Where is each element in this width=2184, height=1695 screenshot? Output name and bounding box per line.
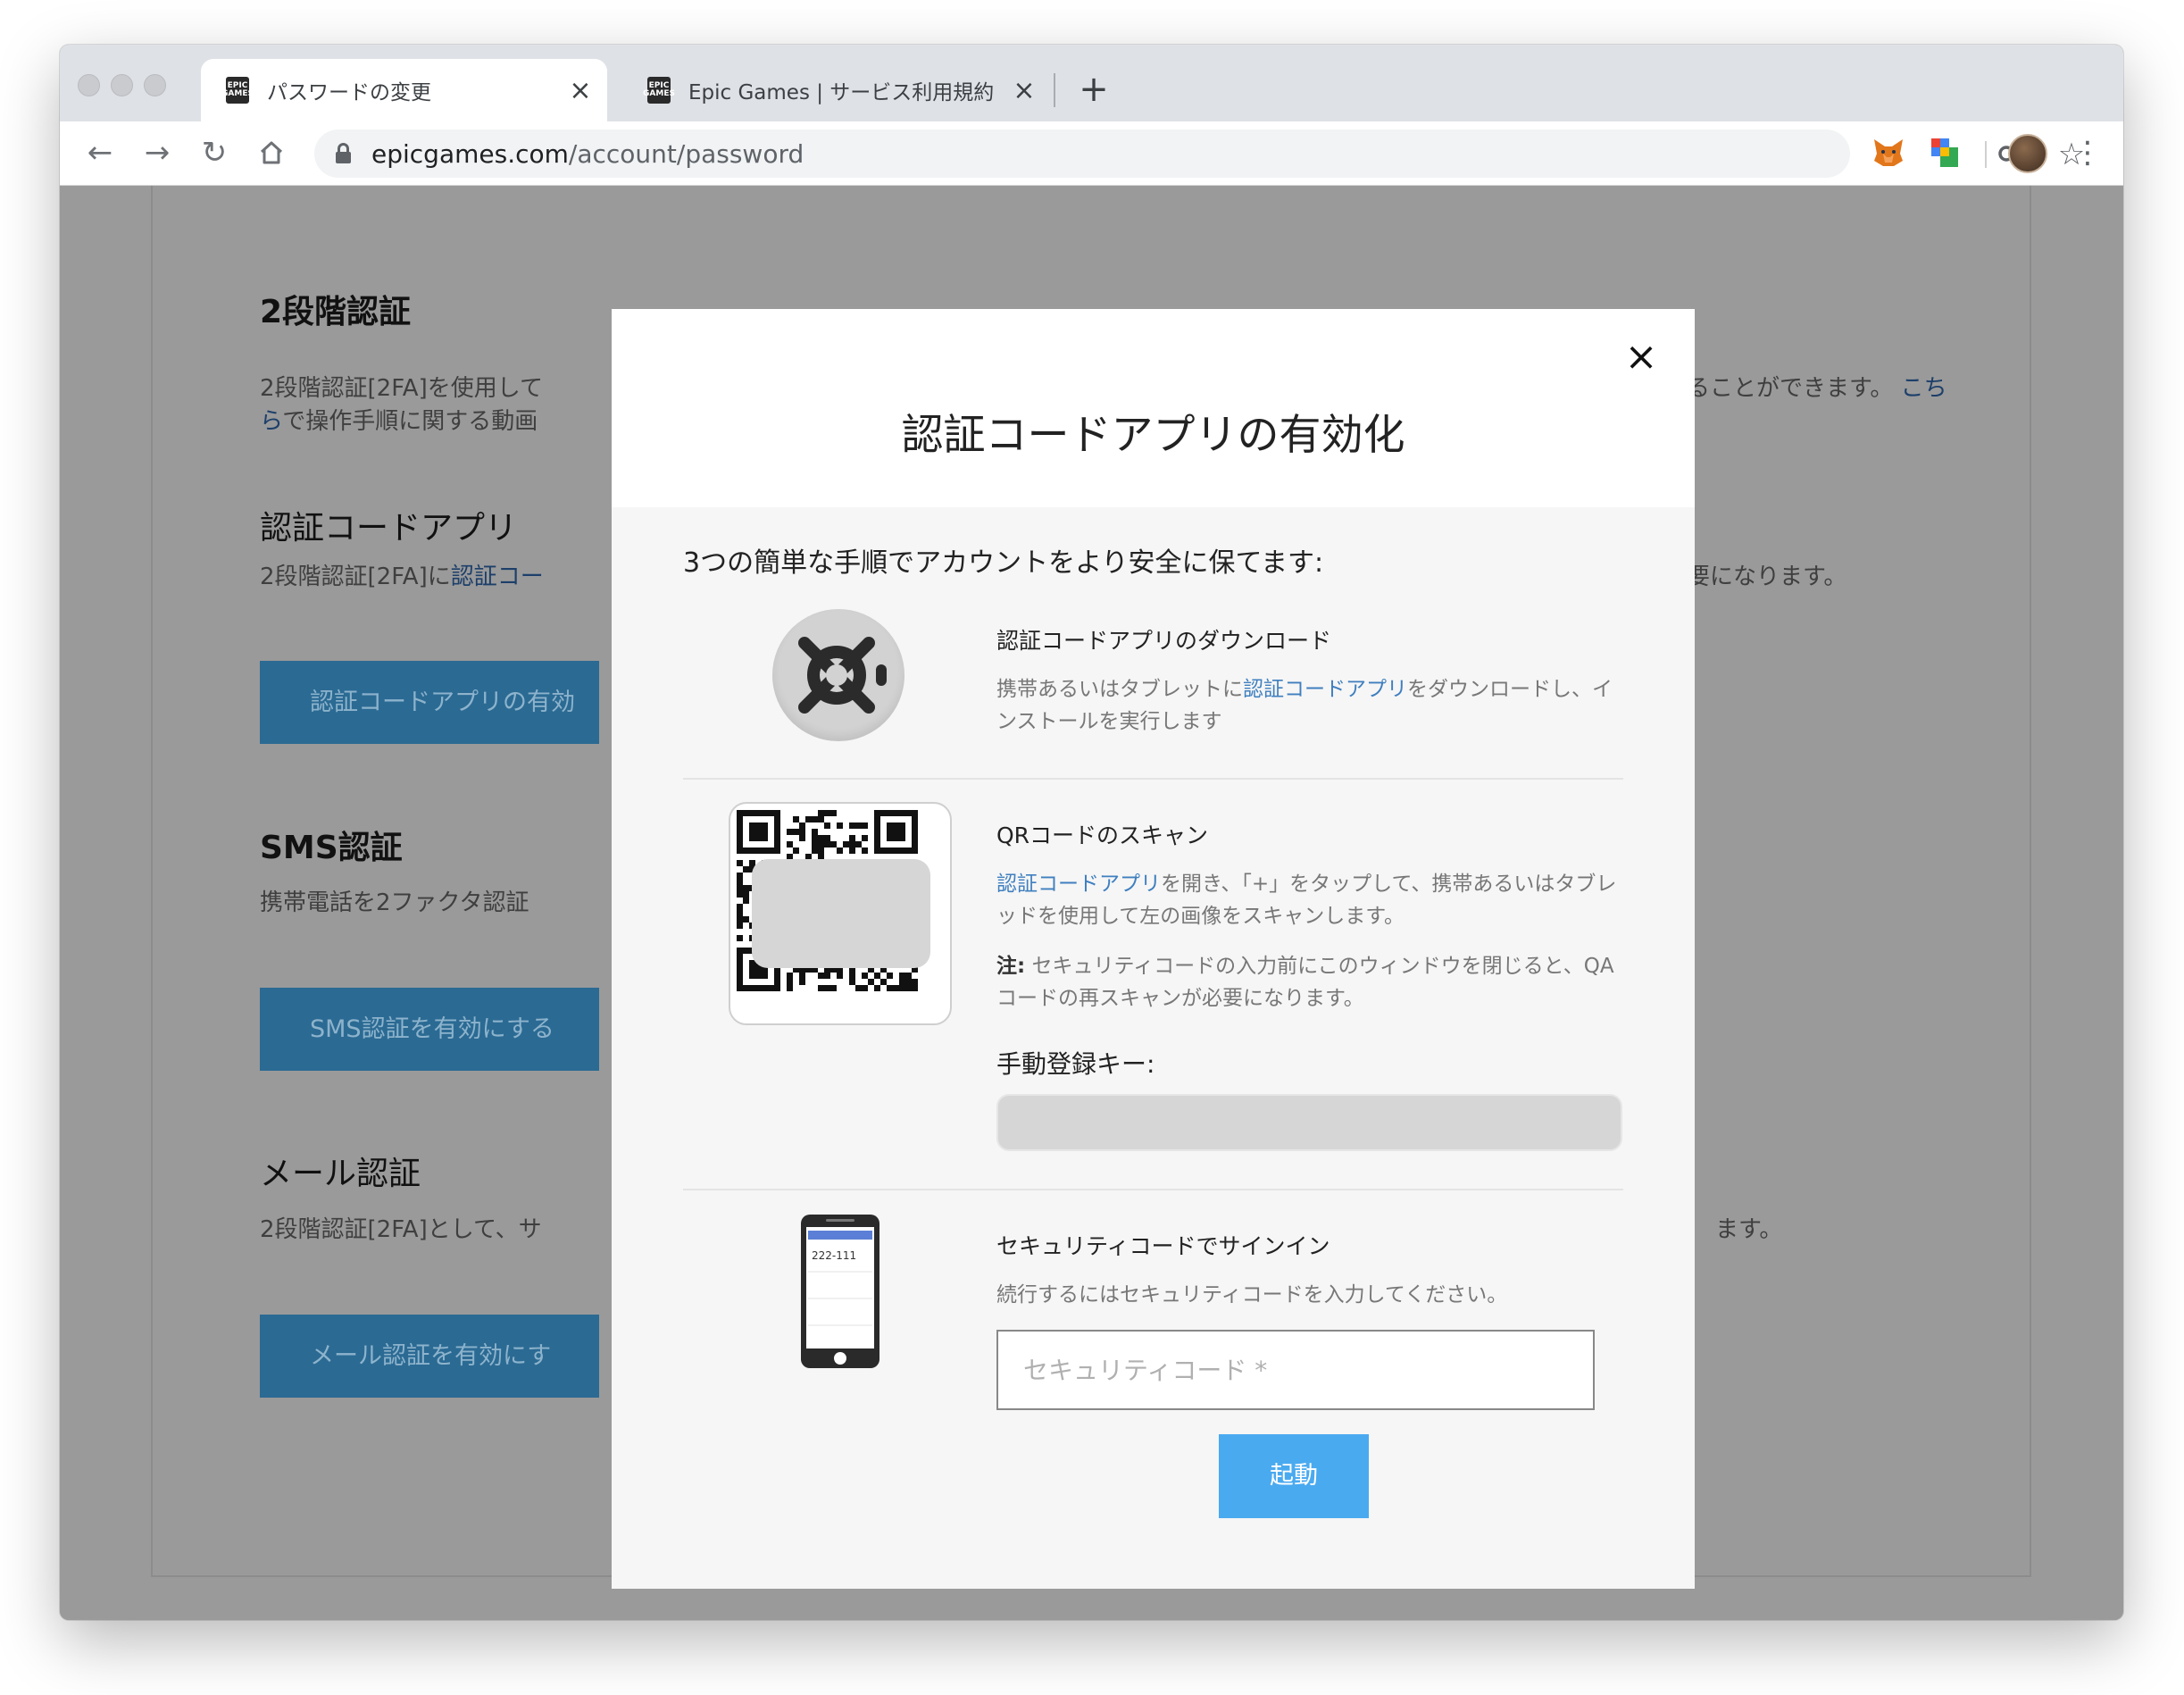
authenticator-app-link[interactable]: 認証コードアプリ [1243, 678, 1407, 701]
modal-header: × 認証コードアプリの有効化 [612, 309, 1695, 507]
video-link-2[interactable]: ら [260, 408, 282, 435]
step-divider [683, 778, 1623, 780]
reload-icon[interactable]: ↻ [192, 130, 237, 175]
new-tab-button[interactable]: + [1071, 64, 1116, 114]
qr-redaction [752, 859, 930, 968]
manual-key-label: 手動登録キー: [996, 1049, 1155, 1079]
browser-toolbar: ← → ↻ epicgames.com/account/password ☆ ⋮ [60, 121, 2123, 186]
epic-games-favicon: EPIC GAMES [221, 77, 254, 104]
security-code-input[interactable] [996, 1330, 1595, 1410]
close-window-button[interactable] [78, 74, 100, 96]
step1-description: 携帯あるいはタブレットに認証コードアプリをダウンロードし、インストールを実行しま… [996, 678, 1613, 733]
heading-mail: メール認証 [260, 1156, 421, 1192]
tab-separator [1054, 73, 1055, 107]
heading-auth-app: 認証コードアプリ [260, 510, 518, 547]
enable-authenticator-modal: × 認証コードアプリの有効化 3つの簡単な手順でアカウントをより安全に保てます:… [612, 309, 1695, 1589]
tab-close-icon[interactable]: × [1006, 75, 1042, 106]
qr-code-image [729, 802, 952, 1025]
tab-title: パスワードの変更 [267, 81, 431, 104]
step-divider [683, 1189, 1623, 1190]
enable-sms-button[interactable]: SMS認証を有効にする [260, 988, 599, 1071]
tab-terms[interactable]: EPIC GAMES Epic Games | サービス利用規約 × [622, 59, 1051, 121]
authenticator-app-link-2[interactable]: 認証コードアプリ [996, 873, 1161, 896]
text-2fa-left: 2段階認証[2FA]を使用して [260, 375, 543, 402]
forward-arrow-icon[interactable]: → [135, 130, 179, 175]
metamask-fox-icon[interactable] [1872, 138, 1905, 168]
epic-games-favicon: EPIC GAMES [643, 77, 675, 104]
step2-note: 注: セキュリティコードの入力前にこのウィンドウを閉じると、QAコードの再スキャ… [996, 955, 1614, 1010]
heading-sms: SMS認証 [260, 830, 403, 866]
video-link[interactable]: こち [1901, 375, 1947, 402]
manual-key-field[interactable] [996, 1094, 1622, 1151]
minimize-window-button[interactable] [111, 74, 133, 96]
text-auth-app-left: 2段階認証[2FA]に認証コー [260, 564, 544, 590]
text-mail-left: 2段階認証[2FA]として、サ [260, 1216, 542, 1243]
modal-title: 認証コードアプリの有効化 [901, 411, 1405, 460]
phone-code-text: 222-111 [812, 1249, 856, 1262]
text-mail-right: ます。 [1715, 1216, 1783, 1243]
step2-description: 認証コードアプリを開き、「+」をタップして、携帯あるいはタブレッドを使用して左の… [996, 873, 1617, 928]
tab-password[interactable]: EPIC GAMES パスワードの変更 × [201, 59, 607, 121]
note-label: 注: [996, 955, 1026, 978]
tab-strip: EPIC GAMES パスワードの変更 × EPIC GAMES Epic Ga… [60, 45, 2123, 121]
url-host: epicgames.com [371, 139, 569, 169]
step1-title: 認証コードアプリのダウンロード [996, 628, 1332, 654]
modal-intro: 3つの簡単な手順でアカウントをより安全に保てます: [683, 547, 1324, 579]
enable-auth-app-button[interactable]: 認証コードアプリの有効 [260, 661, 599, 744]
text-2fa-right: ることができます。 こち [1687, 375, 1947, 402]
text-auth-app-right: 要になります。 [1687, 564, 1847, 590]
profile-avatar[interactable] [2008, 134, 2047, 173]
auth-app-link[interactable]: 認証コー [451, 564, 544, 590]
address-bar[interactable]: epicgames.com/account/password ☆ [314, 129, 2085, 178]
browser-window: EPIC GAMES パスワードの変更 × EPIC GAMES Epic Ga… [60, 45, 2123, 1620]
authenticator-app-icon [772, 609, 904, 741]
url-text[interactable]: epicgames.com/account/password [371, 139, 804, 169]
back-arrow-icon[interactable]: ← [78, 130, 122, 175]
url-path: /account/password [568, 139, 804, 169]
home-icon[interactable] [249, 130, 294, 175]
step3-description: 続行するにはセキュリティコードを入力してください。 [996, 1283, 1508, 1307]
tab-title: Epic Games | サービス利用規約 [688, 81, 995, 104]
activate-button[interactable]: 起動 [1219, 1434, 1369, 1518]
toolbar-divider [1985, 141, 1987, 168]
tab-close-icon[interactable]: × [563, 75, 598, 106]
modal-close-icon[interactable]: × [1618, 334, 1664, 380]
heading-2fa: 2段階認証 [260, 294, 412, 330]
zoom-window-button[interactable] [144, 74, 166, 96]
google-translate-icon[interactable] [1930, 137, 1960, 169]
phone-code-icon: 222-111 [801, 1215, 879, 1368]
enable-mail-button[interactable]: メール認証を有効にす [260, 1315, 599, 1398]
step3-title: セキュリティコードでサインイン [996, 1233, 1330, 1259]
step2-title: QRコードのスキャン [996, 822, 1209, 848]
more-menu-icon[interactable]: ⋮ [2072, 132, 2103, 173]
text-sms-left: 携帯電話を2ファクタ認証 [260, 889, 529, 916]
lock-icon[interactable] [336, 143, 351, 163]
text-2fa-line2: らで操作手順に関する動画 [260, 408, 538, 435]
